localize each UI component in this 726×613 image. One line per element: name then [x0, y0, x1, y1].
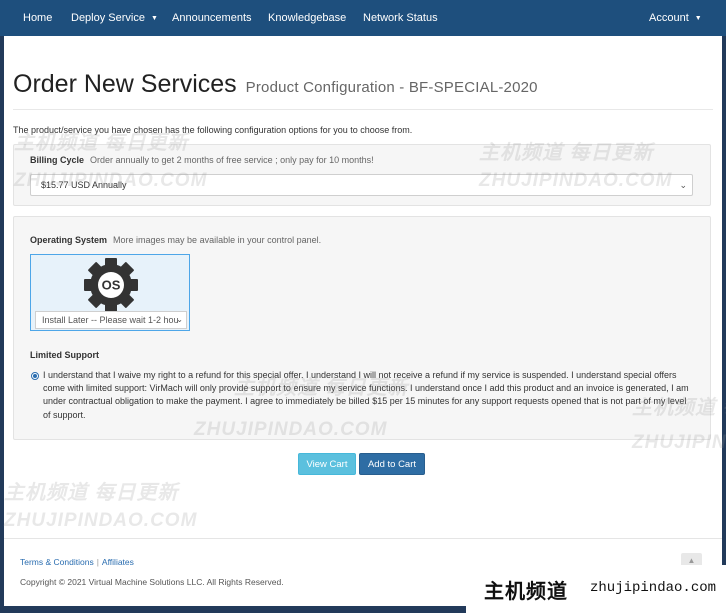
- operating-system-title: Operating System: [30, 235, 108, 245]
- limited-support-label: Limited Support: [30, 350, 99, 360]
- nav-knowledgebase[interactable]: Knowledgebase: [268, 0, 346, 36]
- watermark-en: ZHUJIPINDAO.COM: [194, 419, 388, 440]
- affiliates-link[interactable]: Affiliates: [102, 557, 134, 567]
- nav-deploy-service[interactable]: Deploy Service ▼: [71, 0, 158, 36]
- page-title: Order New Services Product Configuration…: [13, 70, 538, 99]
- site-badge: 主机频道 zhujipindao.com: [466, 565, 726, 613]
- chevron-down-icon: ▼: [150, 15, 158, 22]
- watermark-cn: 主机频道 每日更新: [4, 482, 179, 504]
- os-gear-icon: OS: [84, 258, 138, 312]
- watermark-en: ZHUJIPINDAO.COM: [14, 170, 208, 191]
- watermark-cn: 主机频道 每日更新: [632, 397, 726, 419]
- page-subtitle: Product Configuration - BF-SPECIAL-2020: [245, 79, 538, 96]
- divider: [13, 109, 713, 110]
- operating-system-description: More images may be available in your con…: [113, 235, 322, 245]
- os-select[interactable]: Install Later -- Please wait 1-2 hou ⌄: [35, 311, 187, 329]
- nav-account-label: Account: [649, 12, 689, 24]
- os-option-card[interactable]: OS Install Later -- Please wait 1-2 hou …: [30, 254, 190, 331]
- billing-cycle-title: Billing Cycle: [30, 155, 85, 165]
- chevron-down-icon: ⌄: [679, 180, 687, 190]
- footer-links: Terms & Conditions | Affiliates: [20, 557, 134, 567]
- badge-cn-text: 主机频道: [484, 581, 568, 603]
- watermark-cn: 主机频道 每日更新: [14, 132, 189, 154]
- watermark-en: ZHUJIPINDAO.COM: [4, 510, 198, 531]
- watermark-cn: 主机频道 每日更新: [234, 377, 409, 399]
- footer-divider: [4, 538, 722, 539]
- billing-cycle-label: Billing Cycle Order annually to get 2 mon…: [30, 155, 374, 165]
- nav-account[interactable]: Account ▼: [649, 0, 702, 36]
- os-icon-label: OS: [102, 278, 121, 293]
- page-title-text: Order New Services: [13, 70, 237, 98]
- billing-cycle-description: Order annually to get 2 months of free s…: [90, 155, 374, 165]
- operating-system-label: Operating System More images may be avail…: [30, 235, 321, 245]
- limited-support-radio[interactable]: [31, 372, 39, 380]
- top-navbar: Home Deploy Service ▼ Announcements Knowl…: [0, 0, 726, 36]
- main-panel: Order New Services Product Configuration…: [4, 36, 726, 606]
- copyright-text: Copyright © 2021 Virtual Machine Solutio…: [20, 577, 284, 587]
- chevron-down-icon: ⌄: [176, 315, 183, 324]
- nav-network-status[interactable]: Network Status: [363, 0, 438, 36]
- view-cart-button[interactable]: View Cart: [298, 453, 356, 475]
- nav-announcements[interactable]: Announcements: [172, 0, 252, 36]
- add-to-cart-button[interactable]: Add to Cart: [359, 453, 425, 475]
- nav-deploy-service-label: Deploy Service: [71, 12, 145, 24]
- watermark-en: ZHUJIPINDAO.COM: [632, 432, 726, 453]
- chevron-down-icon: ▼: [694, 15, 702, 22]
- watermark-cn: 主机频道 每日更新: [479, 142, 654, 164]
- os-selected-value: Install Later -- Please wait 1-2 hou: [42, 315, 179, 325]
- watermark-en: ZHUJIPINDAO.COM: [479, 170, 673, 191]
- badge-en-text: zhujipindao.com: [590, 580, 717, 596]
- footer-separator: |: [96, 557, 99, 567]
- terms-link[interactable]: Terms & Conditions: [20, 557, 94, 567]
- nav-home[interactable]: Home: [23, 0, 52, 36]
